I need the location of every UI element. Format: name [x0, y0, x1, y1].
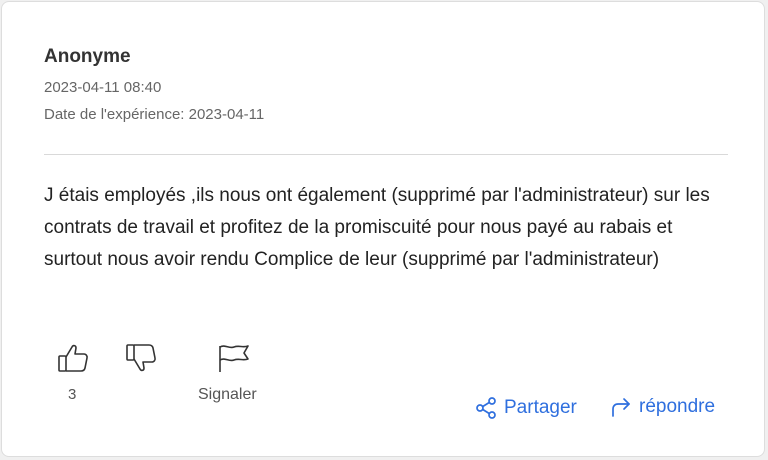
divider [44, 154, 728, 155]
reply-arrow-icon [612, 398, 630, 417]
like-button[interactable] [56, 342, 92, 374]
like-count: 3 [68, 386, 77, 403]
share-icon [476, 397, 496, 419]
thumbs-up-icon [58, 344, 88, 372]
dislike-button[interactable] [124, 342, 160, 374]
review-author: Anonyme [44, 46, 131, 67]
share-label: Partager [504, 397, 577, 418]
thumbs-down-icon [126, 344, 156, 372]
review-text: J étais employés ,ils nous ont également… [44, 185, 710, 270]
review-card: Anonyme 2023-04-11 08:40 Date de l'expér… [1, 1, 765, 457]
experience-date: Date de l'expérience: 2023-04-11 [44, 106, 265, 123]
review-datetime: 2023-04-11 08:40 [44, 79, 162, 96]
reply-button[interactable]: répondre [610, 396, 715, 418]
report-flag-button[interactable] [216, 342, 252, 374]
share-button[interactable]: Partager [474, 396, 577, 420]
flag-icon [219, 345, 249, 372]
report-button[interactable]: Signaler [198, 386, 257, 404]
reply-label: répondre [639, 396, 716, 417]
